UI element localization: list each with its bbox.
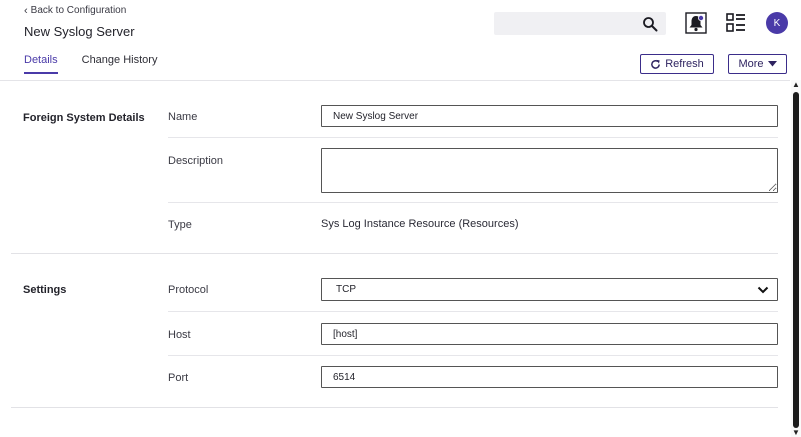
scroll-down-arrow-icon[interactable]: ▼	[792, 428, 800, 437]
header-divider	[0, 80, 790, 81]
tab-bar: Details Change History	[24, 54, 157, 74]
caret-down-icon	[767, 61, 777, 67]
description-label: Description	[168, 155, 224, 167]
protocol-label: Protocol	[168, 284, 209, 296]
host-input[interactable]	[321, 323, 778, 345]
tab-change-history[interactable]: Change History	[82, 54, 158, 74]
user-avatar[interactable]: K	[766, 12, 788, 34]
search-icon[interactable]	[642, 16, 658, 32]
port-label: Port	[168, 372, 189, 384]
refresh-button[interactable]: Refresh	[640, 54, 714, 74]
bell-icon	[685, 12, 707, 34]
protocol-select[interactable]: TCP	[321, 278, 778, 301]
list-grid-icon	[726, 13, 745, 32]
chevron-left-icon: ‹	[24, 4, 28, 17]
row-divider	[168, 202, 778, 203]
port-input[interactable]	[321, 366, 778, 388]
section-title-settings: Settings	[23, 284, 67, 296]
vertical-scrollbar[interactable]: ▲ ▼	[791, 80, 801, 437]
row-divider	[168, 311, 778, 312]
name-input[interactable]	[321, 105, 778, 127]
scrollbar-thumb[interactable]	[793, 92, 799, 428]
type-value: Sys Log Instance Resource (Resources)	[321, 218, 519, 230]
type-label: Type	[168, 219, 192, 231]
chevron-down-icon	[757, 286, 769, 293]
search-input[interactable]	[494, 12, 634, 35]
search-box	[494, 12, 666, 35]
back-to-configuration-link[interactable]: ‹ Back to Configuration	[24, 5, 126, 16]
tab-details[interactable]: Details	[24, 54, 58, 74]
section-divider	[11, 407, 778, 408]
description-textarea[interactable]	[321, 148, 778, 193]
name-label: Name	[168, 111, 198, 123]
protocol-selected-value: TCP	[336, 284, 356, 295]
scroll-up-arrow-icon[interactable]: ▲	[792, 80, 800, 89]
host-label: Host	[168, 329, 191, 341]
section-title-foreign-system-details: Foreign System Details	[23, 112, 145, 124]
refresh-label: Refresh	[665, 58, 704, 70]
refresh-icon	[651, 59, 661, 69]
page-title: New Syslog Server	[24, 24, 135, 39]
more-button[interactable]: More	[728, 54, 787, 74]
notifications-button[interactable]	[685, 12, 707, 34]
row-divider	[168, 355, 778, 356]
app-menu-button[interactable]	[726, 13, 746, 33]
back-link-label: Back to Configuration	[30, 5, 127, 16]
section-divider	[11, 253, 778, 254]
row-divider	[168, 137, 778, 138]
more-label: More	[738, 58, 764, 70]
